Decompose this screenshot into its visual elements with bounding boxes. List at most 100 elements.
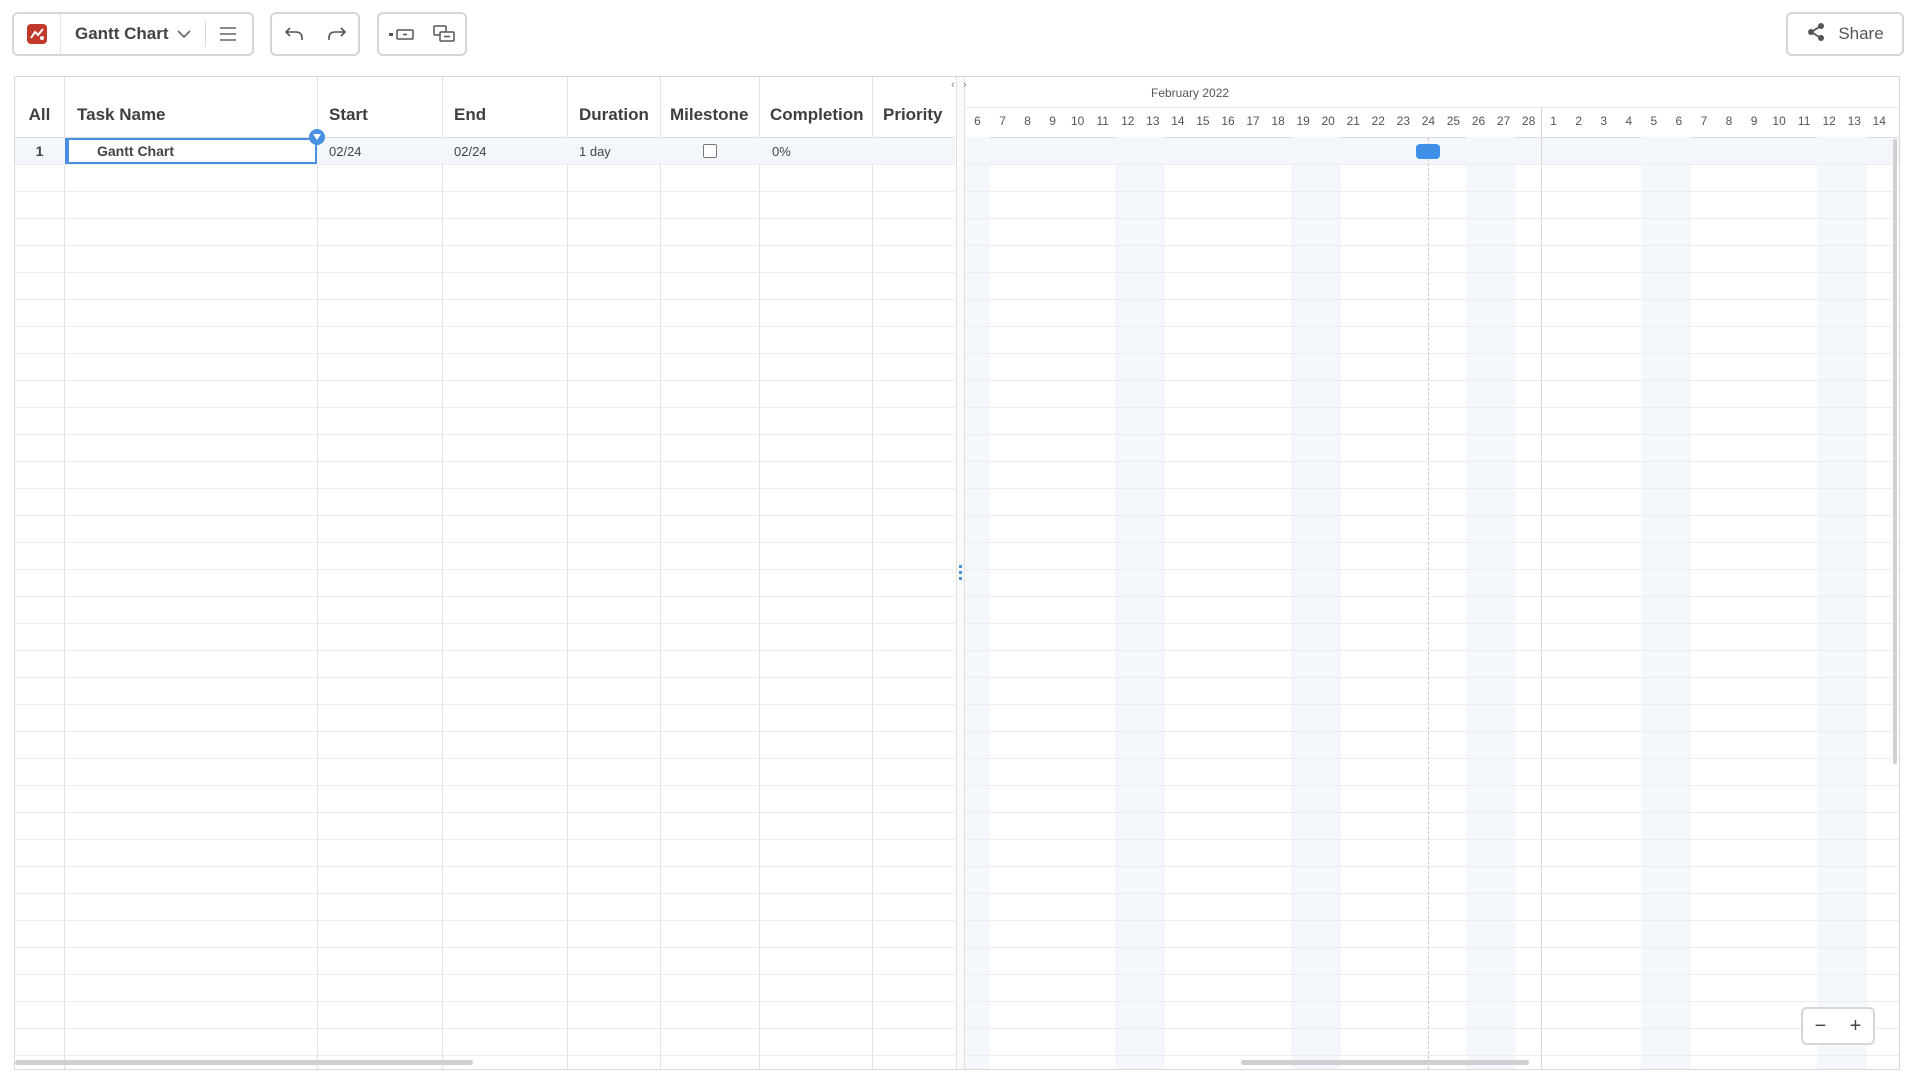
zoom-in-button[interactable]: + [1850,1015,1862,1038]
day-label: 3 [1600,114,1608,128]
day-label: 6 [974,114,981,128]
header-duration[interactable]: Duration [579,77,669,137]
end-cell[interactable]: 02/24 [454,138,487,164]
row-divider [965,731,1899,732]
milestone-checkbox[interactable] [703,144,717,158]
header-priority[interactable]: Priority [883,77,953,137]
day-label: 26 [1471,114,1486,128]
header-completion[interactable]: Completion [770,77,875,137]
row-divider [965,407,1899,408]
app-logo-icon[interactable] [14,14,61,54]
day-label: 9 [1049,114,1056,128]
task-bar[interactable] [1415,144,1440,159]
row-divider [15,569,955,570]
row-divider [15,488,955,489]
task-tools-group [377,12,467,56]
day-label: 6 [1675,114,1683,128]
row-divider [965,434,1899,435]
chart-vertical-scrollbar[interactable] [1893,139,1897,764]
weekend-column [1115,137,1141,1069]
row-divider [15,515,955,516]
share-label: Share [1838,24,1884,43]
expand-toggle-icon[interactable] [309,129,325,145]
zoom-controls: − + [1801,1007,1875,1045]
header-task-name[interactable]: Task Name [77,77,307,137]
weekend-column [1466,137,1492,1069]
weekend-column [1666,137,1692,1069]
header-all[interactable]: All [15,77,64,137]
header-start[interactable]: Start [329,77,439,137]
row-divider [965,164,1899,165]
history-group [270,12,360,56]
row-divider [15,326,955,327]
day-label: 10 [1071,114,1085,128]
row-number: 1 [35,143,44,159]
row-divider [15,542,955,543]
day-label: 12 [1822,114,1836,128]
row-divider [965,866,1899,867]
collapse-left-icon[interactable]: ‹ [951,79,955,91]
row-divider [965,1001,1899,1002]
row-divider [965,758,1899,759]
insert-task-icon[interactable] [383,16,419,52]
row-divider [15,812,955,813]
row-divider [965,839,1899,840]
start-cell[interactable]: 02/24 [329,138,362,164]
doc-title: Gantt Chart [75,24,169,43]
splitter-grip-icon[interactable] [959,565,962,581]
share-button[interactable]: Share [1786,12,1904,56]
chart-horizontal-scrollbar[interactable] [1241,1060,1529,1065]
header-end[interactable]: End [454,77,564,137]
insert-subtask-icon[interactable] [426,16,462,52]
day-label: 20 [1321,114,1335,128]
day-label: 24 [1421,114,1436,128]
day-label: 2 [1575,114,1583,128]
day-label: 7 [999,114,1006,128]
row-divider [15,758,955,759]
row-divider [965,353,1899,354]
table-horizontal-scrollbar[interactable] [15,1060,473,1065]
day-label: 14 [1171,114,1185,128]
doc-title-dropdown[interactable]: Gantt Chart [61,24,205,44]
chevron-down-icon [176,24,191,44]
row-divider [15,1001,955,1002]
day-label: 7 [1700,114,1708,128]
share-icon [1806,22,1826,47]
row-divider [965,677,1899,678]
day-label: 15 [1196,114,1210,128]
row-divider [15,866,955,867]
hamburger-menu-icon[interactable] [206,14,250,54]
row-divider [965,191,1899,192]
row-divider [15,353,955,354]
row-divider [965,1028,1899,1029]
day-label: 27 [1496,114,1511,128]
day-label: 12 [1121,114,1135,128]
row-divider [15,272,955,273]
row-divider [965,812,1899,813]
day-label: 8 [1725,114,1733,128]
day-label: 21 [1346,114,1360,128]
gantt-workspace: All Task Name Start End Duration Milesto… [14,76,1900,1070]
row-divider [15,623,955,624]
doc-menu-group: Gantt Chart [12,12,254,56]
day-label: 11 [1096,114,1109,128]
row-divider [965,245,1899,246]
row-divider [965,542,1899,543]
row-divider [965,650,1899,651]
task-name-text: Gantt Chart [97,143,174,159]
task-name-cell[interactable]: Gantt Chart [65,138,317,164]
row-divider [15,299,955,300]
zoom-out-button[interactable]: − [1815,1015,1827,1038]
redo-icon[interactable] [319,16,355,52]
duration-cell[interactable]: 1 day [579,138,611,164]
row-divider [965,920,1899,921]
day-label: 11 [1797,114,1811,128]
completion-cell[interactable]: 0% [772,138,791,164]
undo-icon[interactable] [276,16,312,52]
weekend-column [1816,137,1842,1069]
pane-splitter[interactable]: ‹ › [951,77,967,1069]
row-divider [15,677,955,678]
row-divider [965,596,1899,597]
header-milestone[interactable]: Milestone [670,77,760,137]
timeline-chart: February 2022 6 7 8 9 10 11 12 13 14 15 16 17 18 19 20… [965,77,1899,1069]
